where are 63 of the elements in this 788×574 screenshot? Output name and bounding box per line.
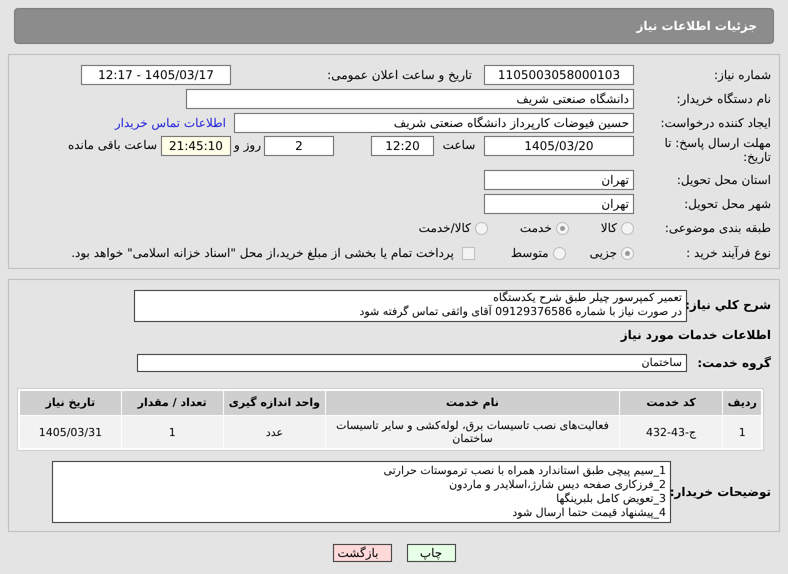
field-label: نام دستگاه خریدار: bbox=[676, 90, 772, 108]
notes-line: 1_سیم پیچی طبق استاندارد همراه با نصب ترموستات حرارتی bbox=[382, 464, 666, 478]
table-cell: 1405/03/31 bbox=[20, 416, 121, 448]
field-label: استان محل تحویل: bbox=[676, 172, 772, 188]
radio-button[interactable] bbox=[552, 246, 566, 260]
radio-label: متوسط bbox=[510, 245, 549, 262]
days-label: روز و bbox=[232, 137, 262, 154]
group-field: ساختمان bbox=[137, 354, 687, 372]
value-field: 1105003058000103 bbox=[484, 64, 634, 84]
column-header: نام خدمت bbox=[326, 391, 619, 415]
field-label: ایجاد کننده درخواست: bbox=[659, 114, 772, 132]
page-title: جزئیات اطلاعات نیاز bbox=[636, 18, 757, 35]
section-heading: اطلاعات خدمات مورد نیاز bbox=[619, 327, 772, 344]
value-field: 21:45:10 bbox=[161, 136, 231, 156]
radio-label: خدمت bbox=[520, 220, 552, 237]
field-label: نوع فرآیند خرید : bbox=[685, 245, 772, 262]
description-textarea[interactable]: تعمیر کمپرسور چیلر طبق شرح یکدستگاه در صورت نیاز با شماره 09129376586 آقای واثقی تماس گرفته شود bbox=[134, 290, 687, 322]
column-header: واحد اندازه گیری bbox=[224, 391, 326, 415]
notes-textarea[interactable]: 1_سیم پیچی طبق استاندارد همراه با نصب ترموستات حرارتی 2_فرزکاری صفحه دیس شارژ،اسلایدر و ماردون 3_تعویض کامل بلبرینگها 4_پیشنهاد قیمت حتما ارسال شود bbox=[52, 461, 671, 523]
checkbox-label: پرداخت تمام یا بخشی از مبلغ خرید،از محل "اسناد خزانه اسلامی" خواهد بود. bbox=[71, 245, 454, 262]
radio-label: کالا/خدمت bbox=[418, 220, 471, 237]
radio-label: کالا bbox=[600, 220, 617, 237]
field-label: تاریخ و ساعت اعلان عمومی: bbox=[326, 66, 473, 84]
field-label: شهر محل تحویل: bbox=[683, 196, 772, 212]
column-header: ردیف bbox=[723, 391, 761, 415]
table-cell: فعالیت‌های نصب تاسیسات برق، لوله‌کشی و سایر تاسیسات ساختمان bbox=[326, 416, 619, 448]
field-label: توضیحات خریدار: bbox=[671, 484, 772, 501]
radio-button[interactable] bbox=[621, 246, 634, 260]
field-label: شماره نیاز: bbox=[713, 66, 772, 84]
field-label: طبقه بندی موضوعی: bbox=[664, 220, 772, 237]
description-line: تعمیر کمپرسور چیلر طبق شرح یکدستگاه bbox=[492, 291, 682, 305]
print-button[interactable]: چاپ bbox=[406, 544, 456, 562]
checkbox[interactable] bbox=[462, 246, 475, 260]
value-field: 1405/03/20 bbox=[484, 136, 634, 156]
table-cell: عدد bbox=[224, 416, 326, 448]
remaining-label: ساعت باقی مانده bbox=[68, 137, 157, 154]
radio-button[interactable] bbox=[474, 222, 488, 234]
notes-line: 4_پیشنهاد قیمت حتما ارسال شود bbox=[511, 506, 666, 520]
value-field: 2 bbox=[264, 136, 334, 156]
notes-line: 2_فرزکاری صفحه دیس شارژ،اسلایدر و ماردون bbox=[448, 478, 666, 492]
radio-label: جزیی bbox=[590, 245, 617, 262]
table-cell: 1 bbox=[122, 416, 223, 448]
value-field: تهران bbox=[484, 170, 634, 190]
contact-link[interactable]: اطلاعات تماس خریدار bbox=[114, 114, 226, 132]
back-button[interactable]: بازگشت bbox=[332, 544, 392, 562]
time-label: ساعت bbox=[442, 137, 476, 154]
value-field: 1405/03/17 - 12:17 bbox=[81, 64, 231, 84]
field-label: مهلت ارسال پاسخ: تا تاریخ: bbox=[663, 136, 772, 164]
radio-button[interactable] bbox=[621, 222, 634, 234]
value-field: دانشگاه صنعتی شریف bbox=[186, 88, 634, 108]
field-label: گروه خدمت: bbox=[696, 355, 772, 372]
table-cell: 1 bbox=[723, 416, 761, 448]
table-cell: ج-43-432 bbox=[620, 416, 722, 448]
column-header: کد خدمت bbox=[620, 391, 722, 415]
column-header: تعداد / مقدار bbox=[122, 391, 223, 415]
column-header: تاریخ نیاز bbox=[20, 391, 121, 415]
radio-button[interactable] bbox=[556, 222, 569, 234]
field-label: شرح کلي نياز: bbox=[687, 297, 772, 314]
value-field: 12:20 bbox=[371, 136, 434, 156]
description-line: در صورت نیاز با شماره 09129376586 آقای واثقی تماس گرفته شود bbox=[358, 305, 682, 319]
value-field: تهران bbox=[484, 194, 634, 214]
value-field: حسین فیوضات کارپرداز دانشگاه صنعتی شریف bbox=[234, 112, 634, 132]
notes-line: 3_تعویض کامل بلبرینگها bbox=[555, 492, 666, 506]
